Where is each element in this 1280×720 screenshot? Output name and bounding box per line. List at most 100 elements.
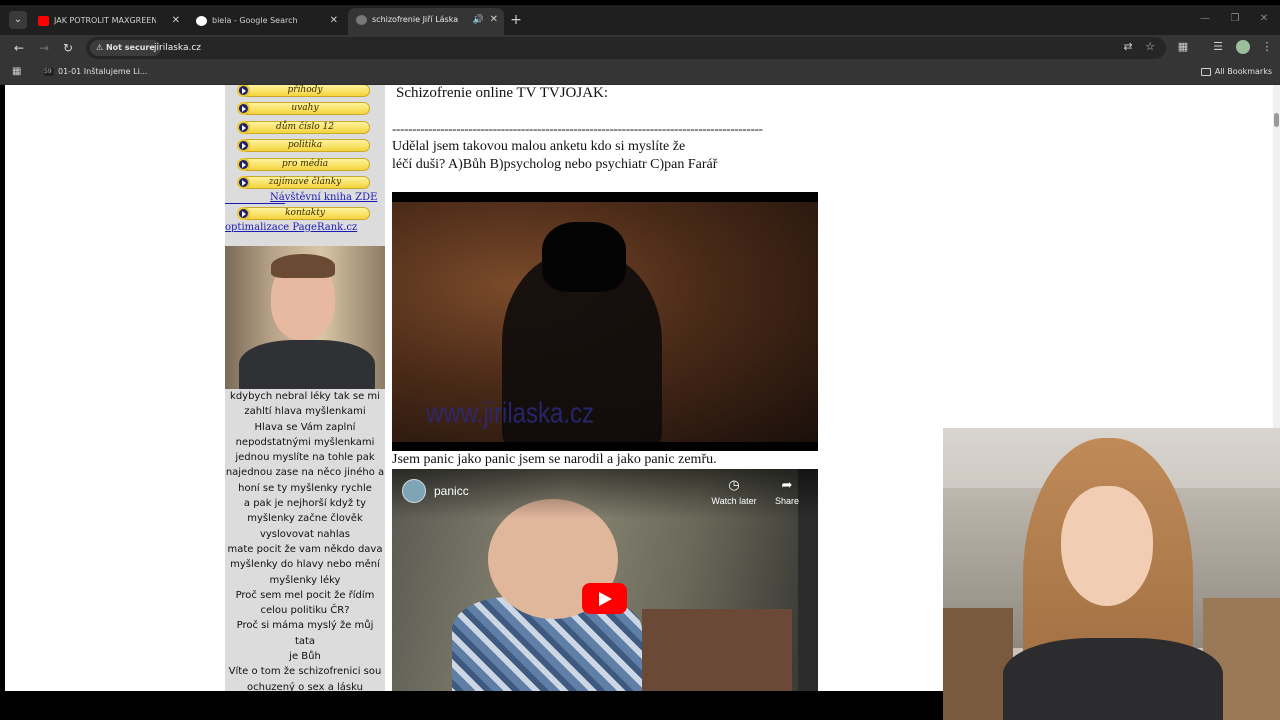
youtube-icon xyxy=(38,16,49,26)
sidebar-quote-line: a pak je nejhorší když ty xyxy=(243,498,367,510)
warning-icon: ⚠ xyxy=(96,43,104,52)
apps-grid-icon[interactable]: ▦ xyxy=(12,66,24,78)
all-bookmarks-label: All Bookmarks xyxy=(1214,67,1272,76)
screen-bottom-bar xyxy=(0,691,943,720)
webcam-face xyxy=(1061,486,1153,606)
menu-label: uvahy xyxy=(291,103,319,113)
tab-title: JAK POTROLIT MAXGREENA xd xyxy=(54,16,156,25)
page-title: Schizofrenie online TV TVJOJAK: xyxy=(396,85,609,101)
site-sidebar: příhody uvahy dům číslo 12 politika pro … xyxy=(225,85,385,691)
new-tab-button[interactable]: + xyxy=(508,9,524,31)
screen: ⌄ JAK POTROLIT MAXGREENA xd ✕ biela - Go… xyxy=(0,0,1280,720)
profile-avatar[interactable] xyxy=(1236,40,1250,54)
sidebar-quote-line: zahltí hlava myšlenkami xyxy=(244,406,366,418)
letterbox-bottom xyxy=(392,442,818,451)
chevron-down-icon: ⌄ xyxy=(13,14,23,25)
folder-icon xyxy=(1200,67,1211,76)
arrow-bullet-icon xyxy=(237,139,250,152)
sidebar-quote-line: ochuzený o sex a lásku xyxy=(247,681,363,691)
video-hat xyxy=(542,222,626,292)
menu-item-pro-media[interactable]: pro média xyxy=(237,158,370,171)
sidebar-quote-line: kdybych nebral léky tak se mi xyxy=(230,391,380,402)
youtube-play-button[interactable] xyxy=(582,583,627,614)
menu-label: kontakty xyxy=(285,208,325,218)
tab-google-search[interactable]: biela - Google Search ✕ xyxy=(188,9,344,33)
close-icon[interactable]: ✕ xyxy=(172,9,180,33)
sidebar-quote-line: jednou myslíte na tohle pak xyxy=(235,452,375,464)
speaker-icon[interactable]: 🔊 xyxy=(473,8,484,32)
sidebar-quote-line: mate pocit že vam někdo dava xyxy=(227,543,383,555)
menu-label: dům číslo 12 xyxy=(275,122,335,132)
menu-label: politika xyxy=(287,140,323,150)
letterbox-top xyxy=(392,192,818,202)
webcam-overlay xyxy=(943,428,1280,720)
pagerank-link[interactable]: optimalizace PageRank.cz xyxy=(225,222,357,233)
address-bar[interactable]: ⚠ Not secure jirilaska.cz xyxy=(86,37,1166,59)
youtube-video-title[interactable]: panicc xyxy=(434,484,469,498)
sidebar-quote-line: je Bůh xyxy=(289,651,321,663)
close-icon[interactable]: ✕ xyxy=(490,8,498,32)
all-bookmarks-button[interactable]: All Bookmarks xyxy=(1200,61,1272,83)
bookmark-favicon: 59 xyxy=(44,67,54,76)
extensions-icon[interactable]: ▦ xyxy=(1175,39,1191,55)
clock-icon: ◷ xyxy=(728,477,740,492)
tab-maxgreen[interactable]: JAK POTROLIT MAXGREENA xd ✕ xyxy=(30,9,186,33)
menu-label: zajímavé články xyxy=(268,177,342,187)
menu-label: pro média xyxy=(281,159,329,169)
plus-icon: + xyxy=(510,12,522,28)
webcam-clothing xyxy=(1003,638,1223,720)
menu-item-zajimave-clanky[interactable]: zajímavé články xyxy=(237,176,370,189)
security-label: Not secure xyxy=(105,43,155,52)
tab-schizofrenie[interactable]: schizofrenie Jiří Láska 🔊 ✕ xyxy=(348,8,504,35)
sidebar-quote-line: Hlava se Vám zaplní xyxy=(254,421,356,433)
forward-button[interactable]: → xyxy=(35,39,53,57)
sidebar-quote-line: honí se ty myšlenky rychle xyxy=(238,482,372,494)
browser-toolbar: ← → ↻ ⚠ Not secure jirilaska.cz ⇄ ☆ ▦ ☰ … xyxy=(0,35,1280,61)
menu-item-prihody[interactable]: příhody xyxy=(237,85,370,97)
reload-button[interactable]: ↻ xyxy=(59,39,77,57)
sidebar-quote-line: vyslovovat nahlas xyxy=(259,528,351,540)
menu-kebab-icon[interactable]: ⋮ xyxy=(1259,39,1275,55)
url-text[interactable]: jirilaska.cz xyxy=(154,37,201,59)
minimize-button[interactable]: — xyxy=(1197,11,1213,27)
security-indicator[interactable]: ⚠ Not secure xyxy=(90,40,161,56)
window-close-button[interactable]: ✕ xyxy=(1256,11,1272,27)
photo-shirt xyxy=(239,340,375,389)
main-content: Schizofrenie online TV TVJOJAK: --------… xyxy=(392,85,892,691)
bookmark-item[interactable]: 59 01-01 Inštalujeme Li... xyxy=(44,61,147,83)
scrollbar-thumb[interactable] xyxy=(1274,113,1279,127)
sidebar-quotes: kdybych nebral léky tak se mi zahltí hlav… xyxy=(225,389,385,691)
dashed-divider: ----------------------------------------… xyxy=(392,121,763,136)
sidebar-quote-line: Proč si máma myslý že můj tata xyxy=(236,620,374,647)
share-label: Share xyxy=(774,496,800,506)
arrow-bullet-icon xyxy=(237,102,250,115)
bookmark-star-icon[interactable]: ☆ xyxy=(1142,39,1158,55)
share-button[interactable]: ➦ Share xyxy=(757,477,817,506)
video-player-1[interactable]: www.jirilaska.cz xyxy=(392,192,818,451)
menu-item-kontakty[interactable]: kontakty xyxy=(237,207,370,220)
maximize-button[interactable]: ❐ xyxy=(1227,11,1243,27)
watch-later-label: Watch later xyxy=(711,496,757,506)
tab-title: schizofrenie Jiří Láska xyxy=(372,15,459,24)
watch-later-button[interactable]: ◷ Watch later xyxy=(704,477,764,506)
divider-line xyxy=(225,203,285,204)
video-watermark: www.jirilaska.cz xyxy=(426,397,595,430)
tab-search-button[interactable]: ⌄ xyxy=(9,11,27,29)
youtube-embed[interactable]: panicc ◷ Watch later ➦ Share xyxy=(392,469,818,691)
globe-icon xyxy=(356,15,367,25)
media-controls-icon[interactable]: ☰ xyxy=(1210,39,1226,55)
menu-item-politika[interactable]: politika xyxy=(237,139,370,152)
sidebar-quote-line: Proč sem mel pocit že řídím xyxy=(235,589,375,601)
menu-item-dum-cislo-12[interactable]: dům číslo 12 xyxy=(237,121,370,134)
reload-icon: ↻ xyxy=(62,41,74,55)
photo-hair xyxy=(271,254,335,278)
translate-icon[interactable]: ⇄ xyxy=(1120,39,1136,55)
menu-item-uvahy[interactable]: uvahy xyxy=(237,102,370,115)
guestbook-link[interactable]: Návštěvní kniha ZDE xyxy=(270,192,377,203)
back-button[interactable]: ← xyxy=(10,39,28,57)
channel-avatar[interactable] xyxy=(402,479,426,503)
close-icon[interactable]: ✕ xyxy=(330,9,338,33)
sidebar-quote-line: myšlenky začne člověk xyxy=(247,513,363,525)
menu-label: příhody xyxy=(287,85,323,95)
survey-line: Udělal jsem takovou malou anketu kdo si … xyxy=(392,139,686,154)
